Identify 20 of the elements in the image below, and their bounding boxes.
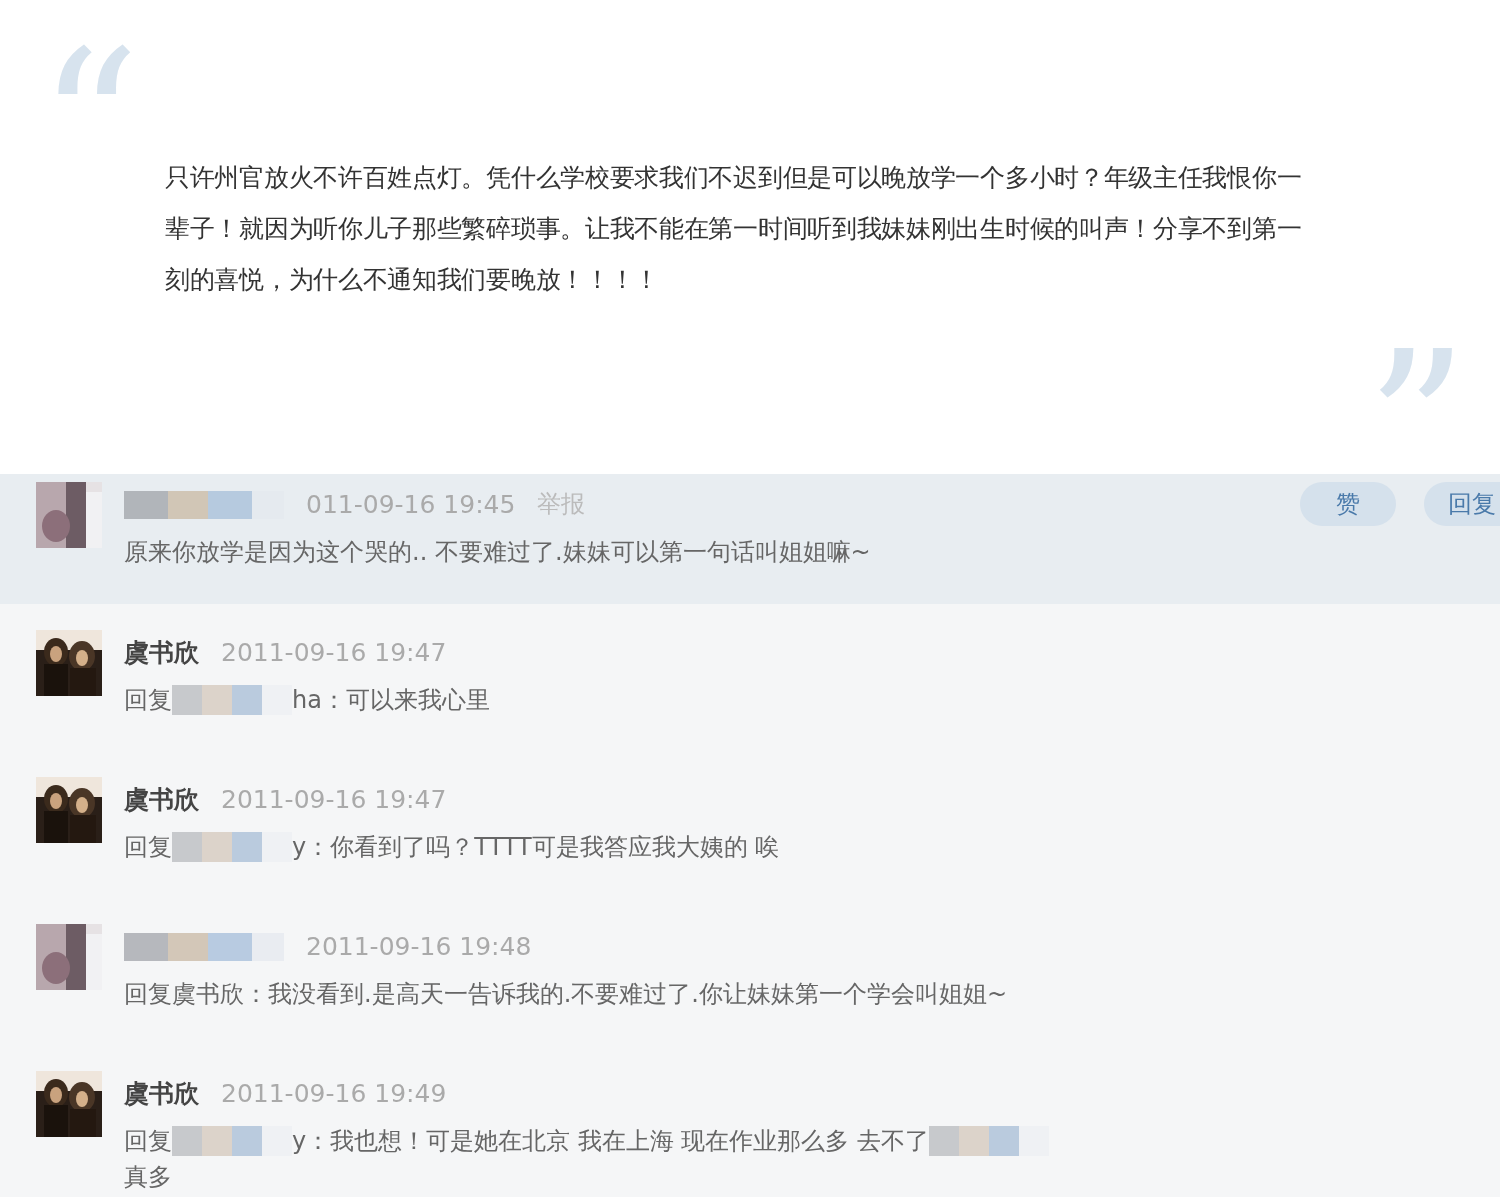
author-name[interactable]: 虞书欣 <box>124 1076 199 1110</box>
timestamp: 011-09-16 19:45 <box>306 489 516 519</box>
author-name[interactable]: 虞书欣 <box>124 635 199 669</box>
quote-text: 只许州官放火不许百姓点灯。凭什么学校要求我们不迟到但是可以晚放学一个多小时？年级主任我恨你一辈子！就因为听你儿子那些繁碎琐事。让我不能在第一时间听到我妹妹刚出生时候的叫声！分享不到第一刻的喜悦，为什么不通知我们要晚放！！！！ <box>165 162 1303 296</box>
comment-text: y：我也想！可是她在北京 我在上海 现在作业那么多 去不了 <box>292 1126 930 1157</box>
timestamp: 2011-09-16 19:47 <box>221 784 447 814</box>
timestamp: 2011-09-16 19:49 <box>221 1078 447 1108</box>
open-quote-mark: “ <box>38 6 142 124</box>
close-quote-mark: ” <box>1365 325 1468 435</box>
comment-text: 回复 <box>124 685 172 716</box>
comment-text: ha：可以来我心里 <box>292 685 490 716</box>
author-name[interactable]: 虞书欣 <box>124 782 199 816</box>
comment-text: 回复虞书欣：我没看到.是高天一告诉我的.不要难过了.你让妹妹第一个学会叫姐姐~ <box>124 979 1007 1010</box>
comment-text: 真多 <box>124 1162 173 1193</box>
comment-text: 回复 <box>124 832 172 863</box>
comment-text: 回复 <box>124 1126 172 1157</box>
timestamp: 2011-09-16 19:48 <box>306 931 532 961</box>
comment-text: y：你看到了吗？TTTT可是我答应我大姨的 唉 <box>292 832 780 863</box>
comment-text: 原来你放学是因为这个哭的.. 不要难过了.妹妹可以第一句话叫姐姐嘛~ <box>124 537 871 568</box>
timestamp: 2011-09-16 19:47 <box>221 637 447 667</box>
